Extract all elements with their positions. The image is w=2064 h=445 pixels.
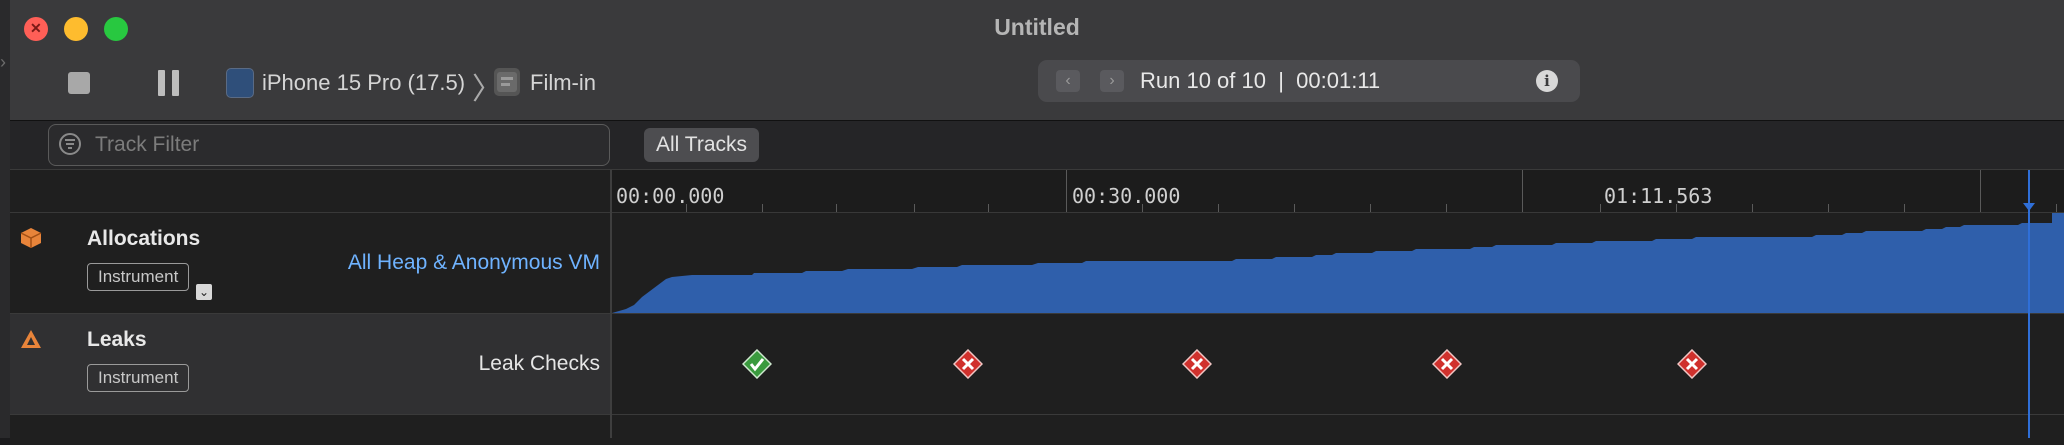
track-list-divider[interactable]	[610, 170, 612, 438]
background-glyph: ›	[0, 52, 6, 72]
instrument-badge[interactable]: Instrument	[87, 364, 190, 392]
all-tracks-button[interactable]: All Tracks	[644, 128, 760, 162]
app-icon[interactable]	[494, 68, 520, 96]
time-ruler[interactable]: 00:00.000 00:30.000 01:11.563	[610, 170, 2064, 213]
allocations-graph[interactable]	[612, 213, 2064, 313]
ruler-tick-label: 00:00.000	[616, 184, 725, 208]
ruler-tick-label: 00:30.000	[1072, 184, 1181, 208]
ruler-tick	[1066, 170, 1067, 212]
device-icon[interactable]	[226, 68, 254, 98]
chevron-down-icon[interactable]: ⌄	[196, 284, 212, 300]
target-app-label[interactable]: Film-in	[530, 70, 596, 96]
leak-check-fail-icon[interactable]	[953, 349, 983, 379]
ruler-tick	[1828, 204, 1829, 212]
info-icon[interactable]: i	[1536, 70, 1558, 92]
track-detail-label[interactable]: All Heap & Anonymous VM	[348, 251, 600, 275]
ruler-tick	[1904, 204, 1905, 212]
ruler-tick	[1980, 170, 1981, 212]
ruler-tick	[1522, 170, 1523, 212]
track-name: Allocations	[87, 227, 201, 250]
ruler-tick	[1294, 204, 1295, 212]
track-row-allocations[interactable]: Allocations Instrument ⌄ All Heap & Anon…	[10, 213, 2064, 314]
window-title: Untitled	[994, 14, 1080, 40]
ruler-tick	[1600, 204, 1601, 212]
filter-icon	[59, 133, 81, 155]
leaks-timeline[interactable]	[612, 314, 2064, 414]
previous-run-button[interactable]: ‹	[1056, 70, 1080, 92]
run-status-label: Run 10 of 10 | 00:01:11	[1140, 68, 1381, 93]
pause-icon-bar	[172, 70, 179, 96]
ruler-tick	[762, 204, 763, 212]
track-detail-label[interactable]: Leak Checks	[479, 352, 600, 376]
target-device-label[interactable]: iPhone 15 Pro (17.5)	[262, 70, 465, 96]
next-run-button[interactable]: ›	[1100, 70, 1124, 92]
pause-recording-button[interactable]	[158, 70, 182, 96]
allocations-box-icon	[20, 228, 42, 248]
instrument-badge[interactable]: Instrument	[87, 263, 190, 291]
track-filter-field[interactable]	[48, 124, 610, 166]
leak-check-fail-icon[interactable]	[1182, 349, 1212, 379]
stop-recording-button[interactable]	[68, 72, 90, 94]
playhead-handle[interactable]	[2023, 203, 2035, 211]
pause-icon	[158, 70, 165, 96]
ruler-tick	[1752, 204, 1753, 212]
track-filter-input[interactable]	[93, 131, 597, 159]
leak-check-pass-icon[interactable]	[742, 349, 772, 379]
track-name: Leaks	[87, 328, 147, 351]
ruler-spacer	[10, 170, 610, 213]
ruler-tick	[686, 204, 687, 212]
titlebar-toolbar: Untitled iPhone 15 Pro (17.5) 〉 Film-in …	[10, 0, 2064, 121]
background-window-edge: ›	[0, 0, 10, 438]
track-row-empty	[10, 415, 2064, 445]
track-area: 00:00.000 00:30.000 01:11.563 Allocation…	[10, 170, 2064, 445]
ruler-tick	[836, 204, 837, 212]
film-app-glyph	[497, 72, 517, 92]
instruments-window: Untitled iPhone 15 Pro (17.5) 〉 Film-in …	[10, 0, 2064, 445]
ruler-tick	[2056, 204, 2057, 212]
ruler-tick	[1446, 204, 1447, 212]
run-navigator: ‹ › Run 10 of 10 | 00:01:11 i	[1038, 60, 1580, 102]
leak-check-fail-icon[interactable]	[1432, 349, 1462, 379]
ruler-tick	[1676, 204, 1677, 212]
ruler-tick	[988, 204, 989, 212]
ruler-tick	[914, 204, 915, 212]
leaks-warning-icon	[21, 330, 41, 348]
ruler-tick	[1218, 204, 1219, 212]
ruler-tick	[1370, 204, 1371, 212]
ruler-tick-label: 01:11.563	[1604, 184, 1713, 208]
track-row-leaks[interactable]: Leaks Instrument Leak Checks	[10, 314, 2064, 415]
filter-bar: All Tracks	[10, 121, 2064, 170]
leak-check-fail-icon[interactable]	[1677, 349, 1707, 379]
ruler-tick	[1142, 204, 1143, 212]
